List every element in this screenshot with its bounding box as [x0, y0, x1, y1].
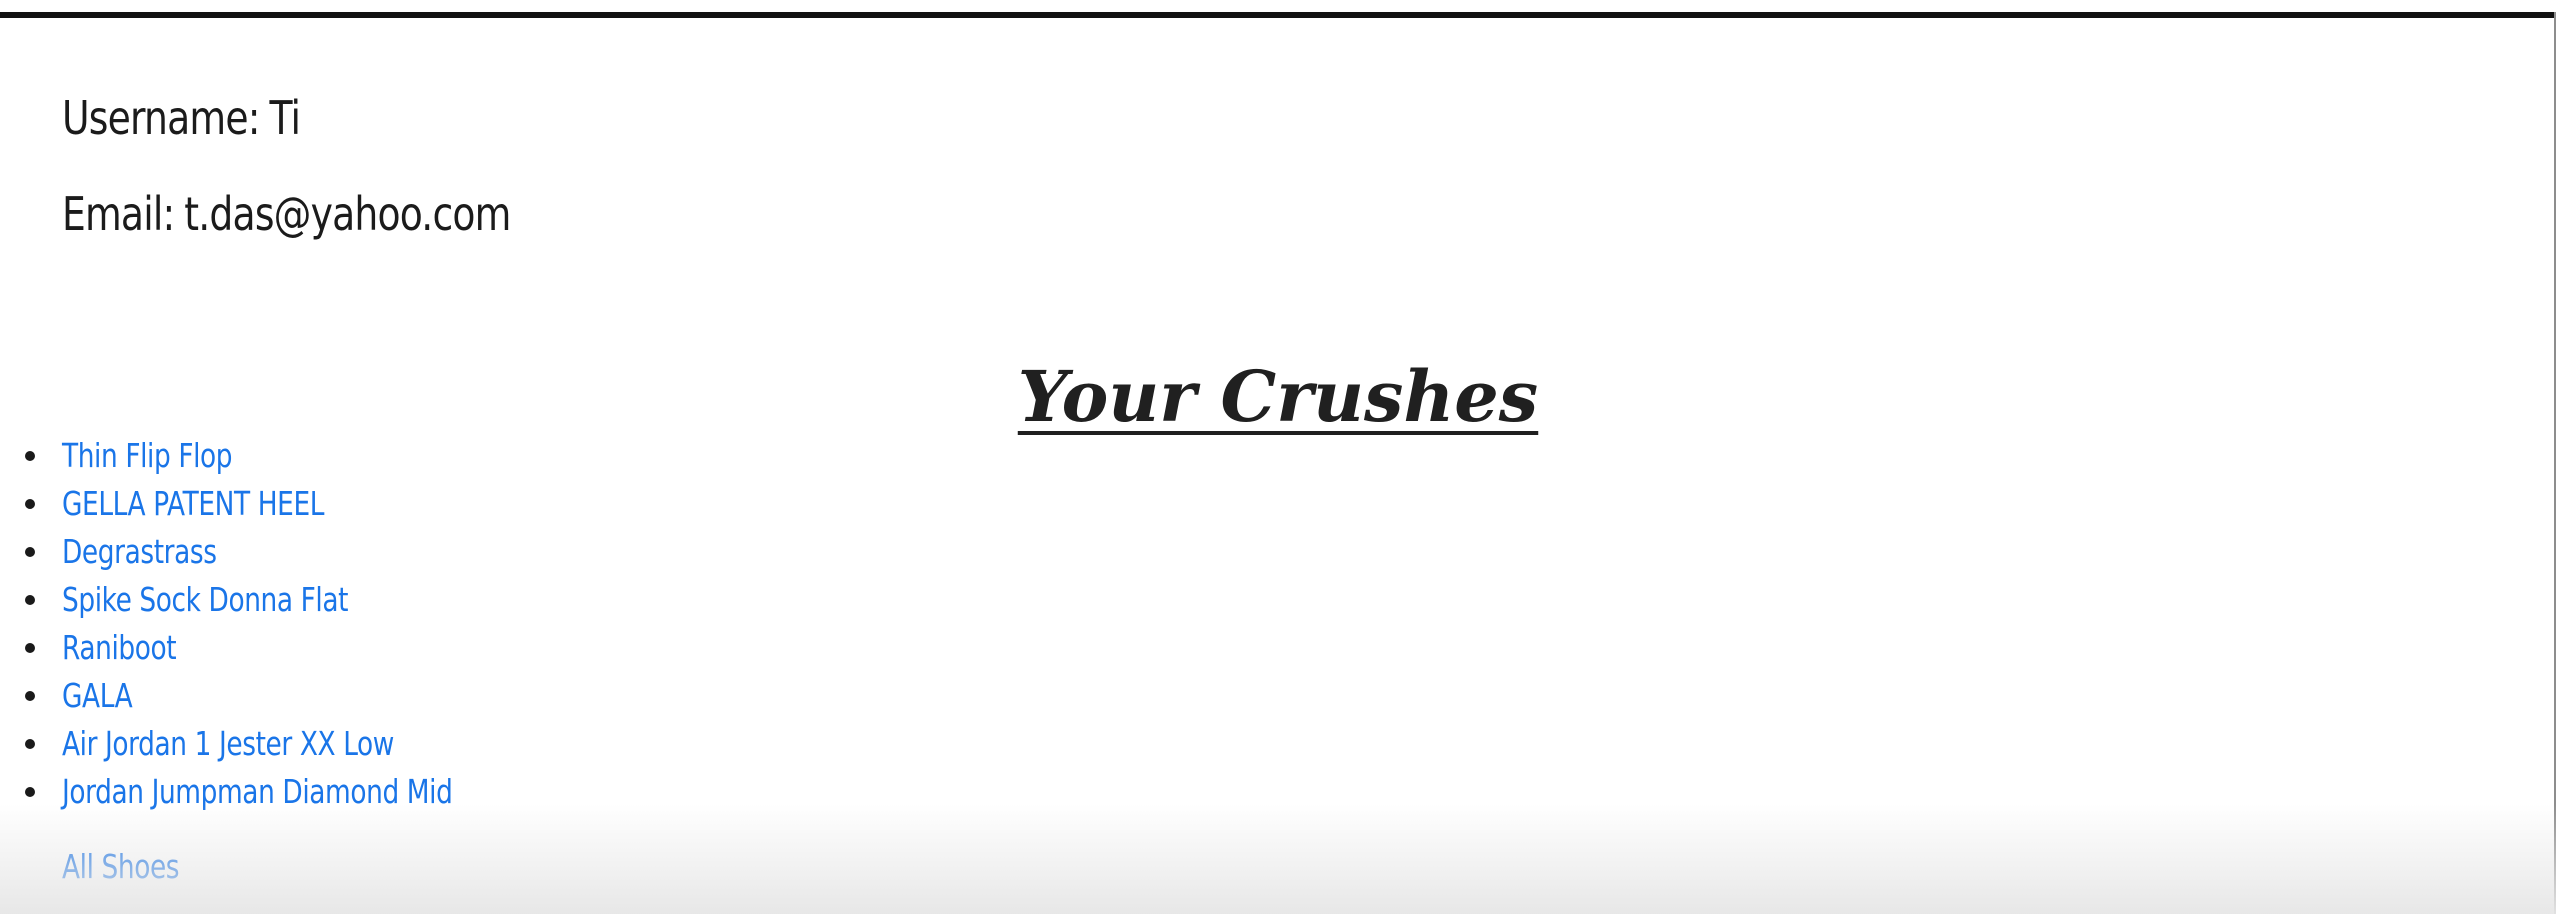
crush-list-item: Jordan Jumpman Diamond Mid: [0, 768, 550, 816]
crush-link-gella-patent-heel[interactable]: GELLA PATENT HEEL: [62, 480, 324, 528]
crush-link-jordan-jumpman[interactable]: Jordan Jumpman Diamond Mid: [62, 768, 453, 816]
username-value: Ti: [269, 91, 301, 145]
crush-list-item: Air Jordan 1 Jester XX Low: [0, 720, 550, 768]
crushes-page: Username: Ti Email: t.das@yahoo.com Your C…: [0, 0, 2556, 914]
crush-list-item: Spike Sock Donna Flat: [0, 576, 550, 624]
email-value: t.das@yahoo.com: [184, 187, 511, 241]
username-label: Username:: [62, 91, 260, 145]
crush-link-spike-sock-donna-flat[interactable]: Spike Sock Donna Flat: [62, 576, 348, 624]
email-label: Email:: [62, 187, 175, 241]
username-row: Username: Ti: [62, 70, 511, 166]
crush-list-item: GALA: [0, 672, 550, 720]
profile-info: Username: Ti Email: t.das@yahoo.com: [62, 70, 609, 262]
crush-link-thin-flip-flop[interactable]: Thin Flip Flop: [62, 432, 233, 480]
crush-link-gala[interactable]: GALA: [62, 672, 133, 720]
top-border: [0, 12, 2556, 18]
crush-list-item: Raniboot: [0, 624, 550, 672]
crush-list-item: Degrastrass: [0, 528, 550, 576]
crush-list-item: Thin Flip Flop: [0, 432, 550, 480]
bottom-shadow: [0, 804, 2556, 914]
email-row: Email: t.das@yahoo.com: [62, 166, 511, 262]
crush-link-raniboot[interactable]: Raniboot: [62, 624, 177, 672]
crush-link-degrastrass[interactable]: Degrastrass: [62, 528, 217, 576]
all-shoes-link[interactable]: All Shoes: [62, 843, 180, 891]
crush-list-item: GELLA PATENT HEEL: [0, 480, 550, 528]
crush-list: Thin Flip Flop GELLA PATENT HEEL Degrast…: [0, 432, 550, 816]
crush-link-air-jordan-jester[interactable]: Air Jordan 1 Jester XX Low: [62, 720, 394, 768]
